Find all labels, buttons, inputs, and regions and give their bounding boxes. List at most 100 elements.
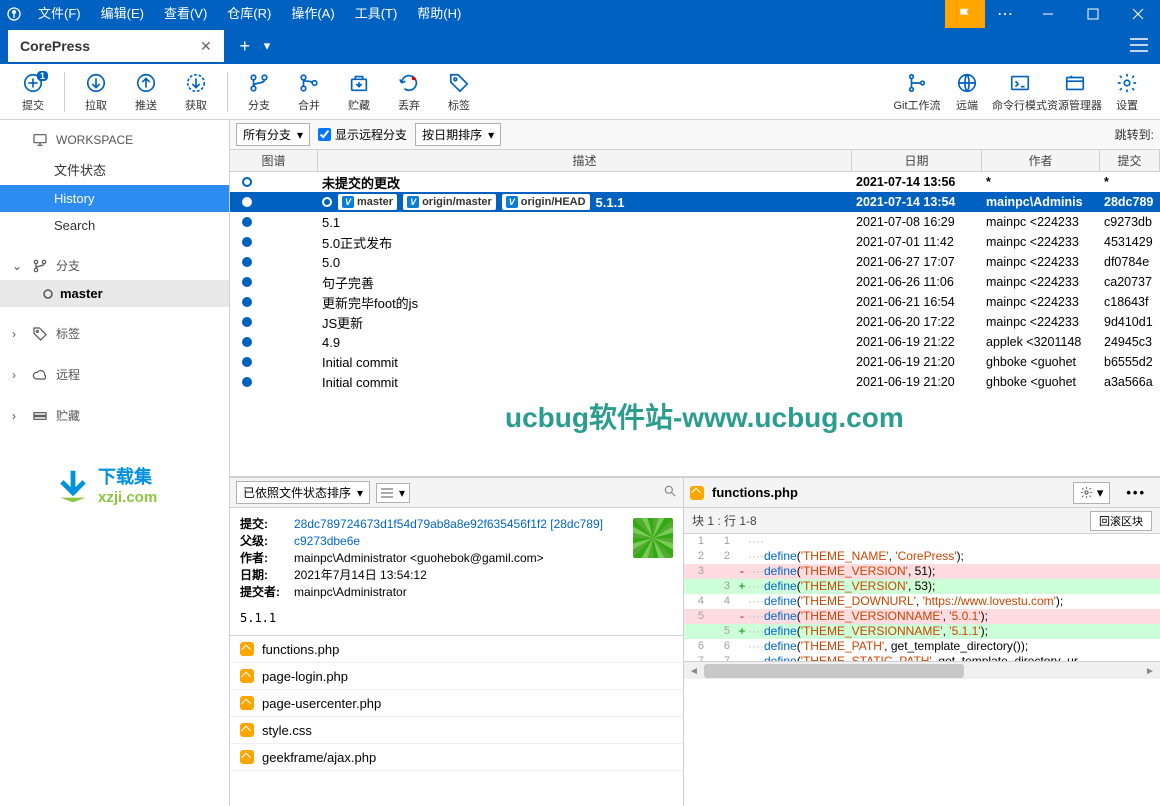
more-icon[interactable]: ⋯	[985, 0, 1025, 28]
commit-detail-pane: 已依照文件状态排序▾ ▾ 提交:28dc789724673d1f54d79ab8…	[230, 478, 684, 806]
branch-master[interactable]: master	[0, 280, 229, 307]
sidebar-search[interactable]: Search	[0, 212, 229, 239]
commits-header: 图谱 描述 日期 作者 提交	[230, 150, 1160, 172]
merge-button[interactable]: 合并	[284, 67, 334, 117]
commit-row[interactable]: Initial commit2021-06-19 21:20ghboke <gu…	[230, 372, 1160, 392]
main-area: 所有分支▾ 显示远程分支 按日期排序▾ 跳转到: 图谱 描述 日期 作者 提交 …	[230, 120, 1160, 806]
col-desc[interactable]: 描述	[318, 150, 852, 171]
commit-row[interactable]: 5.02021-06-27 17:07mainpc <224233df0784e	[230, 252, 1160, 272]
col-author[interactable]: 作者	[982, 150, 1100, 171]
revert-hunk-button[interactable]: 回滚区块	[1090, 511, 1152, 531]
menu-file[interactable]: 文件(F)	[28, 0, 91, 28]
commit-badge: 1	[37, 71, 48, 81]
sort-files-dropdown[interactable]: 已依照文件状态排序▾	[236, 481, 370, 504]
branch-filter-dropdown[interactable]: 所有分支▾	[236, 123, 310, 146]
modified-file-icon	[240, 750, 254, 764]
branch-button[interactable]: 分支	[234, 67, 284, 117]
commit-row[interactable]: 未提交的更改2021-07-14 13:56**	[230, 172, 1160, 192]
tags-header[interactable]: › 标签	[0, 319, 229, 348]
filter-bar: 所有分支▾ 显示远程分支 按日期排序▾ 跳转到:	[230, 120, 1160, 150]
modified-file-icon	[240, 669, 254, 683]
modified-file-icon	[240, 723, 254, 737]
flag-icon[interactable]	[945, 0, 985, 28]
commits-list: 未提交的更改2021-07-14 13:56**VmasterVorigin/m…	[230, 172, 1160, 476]
remotes-header[interactable]: › 远程	[0, 360, 229, 389]
menu-view[interactable]: 查看(V)	[154, 0, 217, 28]
horizontal-scrollbar[interactable]: ◄ ►	[684, 661, 1160, 679]
show-remote-checkbox[interactable]: 显示远程分支	[318, 126, 407, 143]
new-tab-button[interactable]: +	[230, 31, 260, 61]
sidebar: WORKSPACE 文件状态 History Search ⌄ 分支 maste…	[0, 120, 230, 806]
file-row[interactable]: page-usercenter.php	[230, 690, 683, 717]
file-row[interactable]: functions.php	[230, 636, 683, 663]
menu-actions[interactable]: 操作(A)	[281, 0, 344, 28]
cloud-icon	[32, 367, 48, 383]
file-row[interactable]: page-login.php	[230, 663, 683, 690]
commit-message: 5.1.1	[230, 609, 683, 635]
commit-button[interactable]: 1 提交	[8, 67, 58, 117]
commit-row[interactable]: JS更新2021-06-20 17:22mainpc <2242339d410d…	[230, 312, 1160, 332]
commit-row[interactable]: 更新完毕foot的js2021-06-21 16:54mainpc <22423…	[230, 292, 1160, 312]
search-icon[interactable]	[663, 484, 677, 501]
col-graph[interactable]: 图谱	[230, 150, 318, 171]
monitor-icon	[32, 132, 48, 148]
menu-tools[interactable]: 工具(T)	[345, 0, 408, 28]
fetch-button[interactable]: 获取	[171, 67, 221, 117]
push-button[interactable]: 推送	[121, 67, 171, 117]
explorer-button[interactable]: 资源管理器	[1047, 67, 1102, 117]
toolbar: 1 提交 拉取 推送 获取 分支 合并 贮藏 丢弃 标签 Git工作流	[0, 64, 1160, 120]
author-avatar	[633, 518, 673, 558]
remote-button[interactable]: 远端	[942, 67, 992, 117]
diff-content[interactable]: 11 ····22 ····define('THEME_NAME', 'Core…	[684, 534, 1160, 661]
commit-row[interactable]: 4.92021-06-19 21:22applek <320114824945c…	[230, 332, 1160, 352]
app-logo-icon	[0, 0, 28, 28]
tab-bar: CorePress ✕ + ▾	[0, 28, 1160, 64]
file-icon	[690, 486, 704, 500]
commit-row[interactable]: 句子完善2021-06-26 11:06mainpc <224233ca2073…	[230, 272, 1160, 292]
file-row[interactable]: geekframe/ajax.php	[230, 744, 683, 771]
tab-close-icon[interactable]: ✕	[200, 38, 212, 55]
discard-button[interactable]: 丢弃	[384, 67, 434, 117]
stashes-header[interactable]: › 贮藏	[0, 401, 229, 430]
diff-filename: functions.php	[712, 485, 798, 500]
file-row[interactable]: style.css	[230, 717, 683, 744]
branches-header[interactable]: ⌄ 分支	[0, 251, 229, 280]
hamburger-icon[interactable]	[1130, 38, 1148, 55]
xzji-watermark: 下载集 xzji.com	[54, 463, 157, 506]
stash-icon	[32, 408, 48, 424]
maximize-button[interactable]	[1070, 0, 1115, 28]
settings-button[interactable]: 设置	[1102, 67, 1152, 117]
tab-dropdown-icon[interactable]: ▾	[264, 38, 271, 54]
main-menu: 文件(F) 编辑(E) 查看(V) 仓库(R) 操作(A) 工具(T) 帮助(H…	[28, 0, 471, 28]
view-mode-dropdown[interactable]: ▾	[376, 483, 410, 503]
tab-title: CorePress	[20, 38, 90, 54]
commit-row[interactable]: 5.12021-07-08 16:29mainpc <224233c9273db	[230, 212, 1160, 232]
sidebar-file-status[interactable]: 文件状态	[0, 154, 229, 185]
close-button[interactable]	[1115, 0, 1160, 28]
commit-row[interactable]: 5.0正式发布2021-07-01 11:42mainpc <224233453…	[230, 232, 1160, 252]
menu-repository[interactable]: 仓库(R)	[217, 0, 281, 28]
tag-button[interactable]: 标签	[434, 67, 484, 117]
branch-icon	[32, 258, 48, 274]
commit-row[interactable]: VmasterVorigin/masterVorigin/HEAD5.1.120…	[230, 192, 1160, 212]
workspace-header[interactable]: WORKSPACE	[0, 126, 229, 154]
diff-more-button[interactable]: •••	[1118, 483, 1154, 502]
changed-files-list: functions.phppage-login.phppage-usercent…	[230, 635, 683, 806]
col-commit[interactable]: 提交	[1100, 150, 1160, 171]
col-date[interactable]: 日期	[852, 150, 982, 171]
modified-file-icon	[240, 642, 254, 656]
diff-settings-button[interactable]: ▾	[1073, 482, 1111, 504]
stash-button[interactable]: 贮藏	[334, 67, 384, 117]
menu-edit[interactable]: 编辑(E)	[91, 0, 154, 28]
repo-tab[interactable]: CorePress ✕	[8, 30, 224, 62]
hunk-label: 块 1 : 行 1-8	[692, 512, 757, 529]
pull-button[interactable]: 拉取	[71, 67, 121, 117]
menu-help[interactable]: 帮助(H)	[407, 0, 471, 28]
sidebar-history[interactable]: History	[0, 185, 229, 212]
commit-row[interactable]: Initial commit2021-06-19 21:20ghboke <gu…	[230, 352, 1160, 372]
terminal-button[interactable]: 命令行模式	[992, 67, 1047, 117]
sort-dropdown[interactable]: 按日期排序▾	[415, 123, 501, 146]
gitflow-button[interactable]: Git工作流	[892, 67, 942, 117]
minimize-button[interactable]	[1025, 0, 1070, 28]
titlebar: 文件(F) 编辑(E) 查看(V) 仓库(R) 操作(A) 工具(T) 帮助(H…	[0, 0, 1160, 28]
